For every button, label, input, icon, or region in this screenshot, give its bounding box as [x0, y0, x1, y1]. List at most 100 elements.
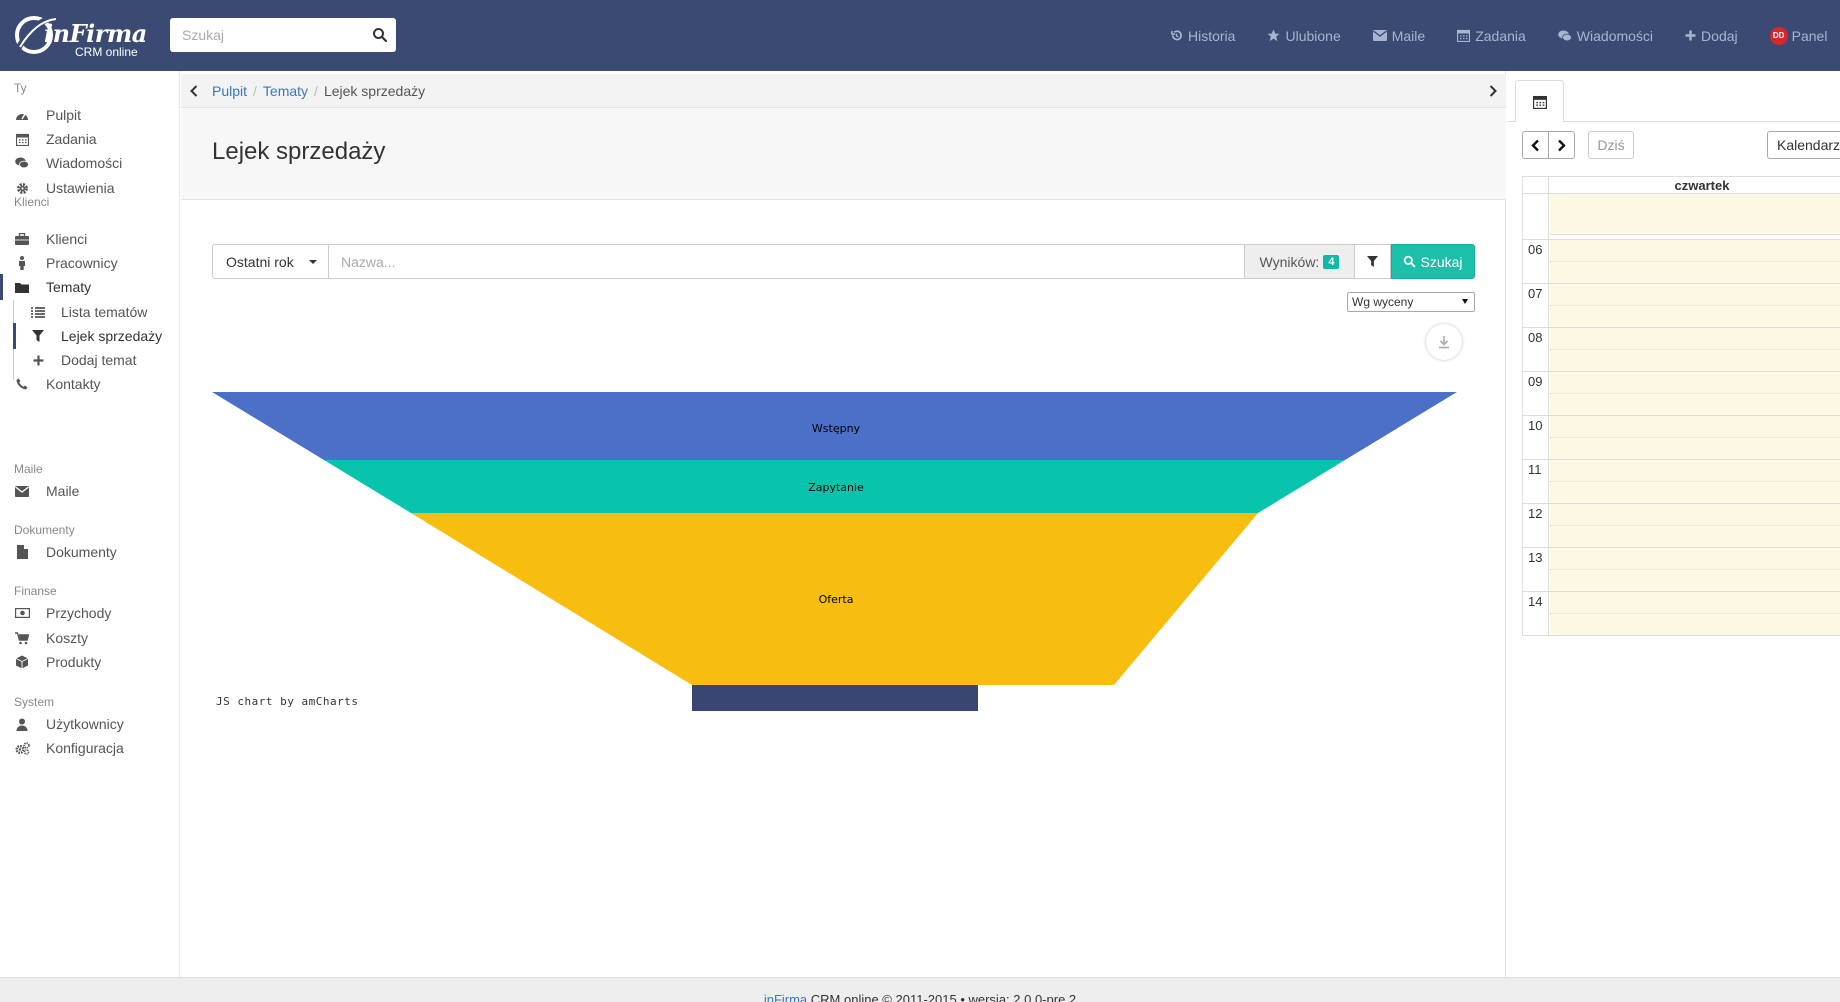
nav-historia[interactable]: Historia: [1170, 28, 1235, 44]
sidebar-item-label: Kontakty: [46, 376, 101, 392]
chevron-right-icon: [1489, 85, 1497, 97]
nav-zadania[interactable]: Zadania: [1457, 28, 1526, 44]
name-filter-input[interactable]: [329, 244, 1245, 279]
half-hour-divider: [1550, 437, 1840, 438]
sidebar-item-przychody[interactable]: Przychody: [0, 600, 180, 626]
nav-maile-label: Maile: [1391, 27, 1426, 44]
breadcrumb-separator: /: [314, 83, 318, 99]
sidebar-item-konfiguracja[interactable]: Konfiguracja: [0, 735, 180, 761]
sidebar-item-pulpit[interactable]: Pulpit: [0, 102, 180, 128]
calendar-hour-row: 12: [1522, 504, 1840, 548]
calendar-hour-row: 11: [1522, 460, 1840, 504]
calendar-next-button[interactable]: [1548, 131, 1575, 159]
sidebar-item-maile[interactable]: Maile: [0, 478, 180, 504]
footer-brand-link[interactable]: inFirma: [764, 992, 807, 1002]
phone-icon: [14, 376, 30, 392]
advanced-filter-button[interactable]: [1355, 244, 1391, 279]
star-icon: [1267, 29, 1281, 42]
sidebar-item-produkty[interactable]: Produkty: [0, 649, 180, 675]
funnel-segment-wygrany[interactable]: [692, 685, 978, 711]
chevron-left-icon: [190, 85, 198, 97]
sort-select[interactable]: Wg wyceny: [1347, 292, 1475, 312]
sidebar-item-dokumenty[interactable]: Dokumenty: [0, 539, 180, 565]
hour-label: 14: [1528, 594, 1543, 609]
sidebar-item-uzytkownicy[interactable]: Użytkownicy: [0, 711, 180, 737]
global-search-input[interactable]: [170, 18, 350, 52]
calendar-header: czwartek: [1522, 176, 1840, 194]
nav-panel[interactable]: DD Panel: [1769, 26, 1828, 45]
sidebar-item-koszty[interactable]: Koszty: [0, 625, 180, 651]
period-dropdown[interactable]: Ostatni rok: [212, 244, 329, 279]
file-icon: [14, 544, 30, 560]
hour-label: 09: [1528, 374, 1543, 389]
list-icon: [30, 304, 46, 320]
sales-funnel-chart: Wstępny Zapytanie Oferta Wygrany: [212, 392, 1457, 711]
calendar-allday-slot[interactable]: [1550, 194, 1840, 235]
filter-icon: [30, 328, 46, 344]
chart-credit[interactable]: JS chart by amCharts: [216, 695, 358, 708]
footer: inFirma CRM online © 2011-2015 • wersja:…: [0, 977, 1840, 1002]
app-logo[interactable]: inFirma CRM online: [12, 9, 147, 61]
collapse-sidebar-button[interactable]: [181, 74, 207, 108]
envelope-icon: [14, 483, 30, 499]
expand-panel-button[interactable]: [1480, 74, 1506, 108]
half-hour-divider: [1550, 261, 1840, 262]
funnel-label-oferta: Oferta: [819, 593, 854, 606]
breadcrumb-pulpit[interactable]: Pulpit: [212, 83, 247, 99]
nav-ulubione[interactable]: Ulubione: [1267, 28, 1341, 44]
comments-icon: [14, 155, 30, 171]
calendar-today-button[interactable]: Dziś: [1588, 131, 1634, 159]
nav-dodaj[interactable]: Dodaj: [1685, 28, 1738, 44]
sidebar-item-klienci[interactable]: Klienci: [0, 226, 180, 252]
calendar-hour-row: 07: [1522, 284, 1840, 328]
sidebar-section-system: System: [14, 695, 55, 709]
cart-icon: [14, 630, 30, 646]
sidebar-section-dokumenty: Dokumenty: [14, 523, 75, 537]
sidebar-item-label: Przychody: [46, 605, 112, 621]
select-arrow-icon: [1462, 299, 1468, 304]
nav-wiadomosci-label: Wiadomości: [1576, 27, 1654, 44]
calendar-view-button[interactable]: Kalendarz: [1767, 131, 1840, 159]
search-button[interactable]: Szukaj: [1391, 244, 1475, 279]
sidebar: Ty Pulpit Zadania Wiadomości Ustawienia …: [0, 71, 180, 977]
caret-down-icon: [309, 260, 317, 264]
sidebar-item-label: Zadania: [46, 131, 97, 147]
dashboard-icon: [14, 107, 30, 123]
folder-icon: [14, 279, 30, 295]
chart-export-button[interactable]: [1426, 324, 1462, 360]
sidebar-item-zadania[interactable]: Zadania: [0, 126, 180, 152]
sidebar-item-lejek-sprzedazy[interactable]: Lejek sprzedaży: [0, 323, 180, 349]
sidebar-item-lista-tematow[interactable]: Lista tematów: [0, 299, 180, 325]
top-navbar: inFirma CRM online Historia Ulubione Mai…: [0, 0, 1840, 71]
tab-calendar[interactable]: [1515, 80, 1564, 122]
main-content: Pulpit / Tematy / Lejek sprzedaży Lejek …: [181, 71, 1506, 977]
half-hour-divider: [1550, 305, 1840, 306]
money-icon: [14, 605, 30, 621]
global-search: [170, 18, 396, 52]
sidebar-item-kontakty[interactable]: Kontakty: [0, 371, 180, 397]
breadcrumb-tematy[interactable]: Tematy: [263, 83, 308, 99]
sidebar-item-pracownicy[interactable]: Pracownicy: [0, 250, 180, 276]
sidebar-section-klienci: Klienci: [14, 195, 50, 209]
search-icon[interactable]: [372, 27, 388, 43]
sidebar-item-dodaj-temat[interactable]: Dodaj temat: [0, 347, 180, 373]
sidebar-item-tematy[interactable]: Tematy: [0, 274, 180, 300]
gear-icon: [14, 180, 30, 196]
period-value: Ostatni rok: [226, 253, 294, 270]
comments-icon: [1557, 30, 1572, 41]
nav-wiadomosci[interactable]: Wiadomości: [1557, 27, 1654, 44]
calendar-day-header: czwartek: [1674, 178, 1730, 193]
sidebar-item-wiadomosci[interactable]: Wiadomości: [0, 150, 180, 176]
filter-bar: Ostatni rok Wyników: 4 Szukaj: [212, 244, 1475, 279]
sidebar-item-label: Ustawienia: [46, 180, 115, 196]
hour-label: 13: [1528, 550, 1543, 565]
sidebar-item-label: Koszty: [46, 630, 89, 646]
gears-icon: [14, 740, 30, 756]
results-label: Wyników:: [1259, 253, 1320, 270]
sidebar-item-label: Produkty: [46, 654, 102, 670]
nav-panel-label: Panel: [1791, 27, 1828, 44]
nav-maile[interactable]: Maile: [1372, 27, 1426, 44]
sidebar-item-label: Dodaj temat: [61, 352, 137, 368]
calendar-prev-button[interactable]: [1522, 131, 1549, 159]
chevron-left-icon: [1531, 139, 1539, 151]
